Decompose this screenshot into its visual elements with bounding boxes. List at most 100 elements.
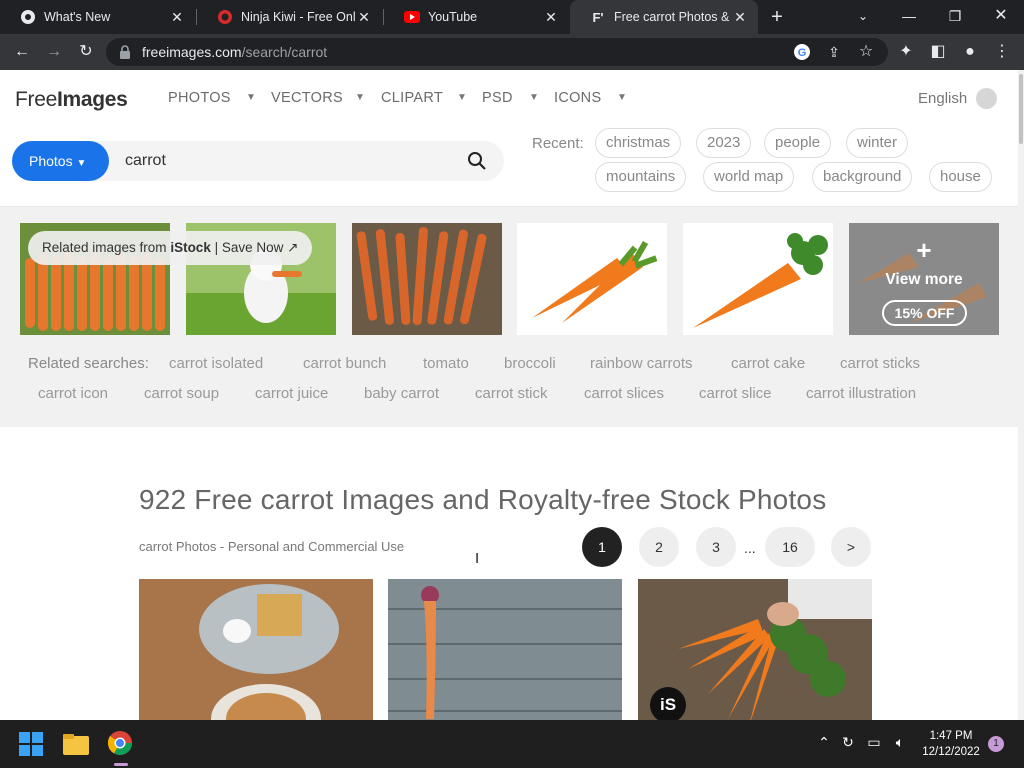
reload-icon[interactable]: ↻ xyxy=(74,40,98,64)
tray-chevron-up-icon[interactable]: ⌃ xyxy=(814,734,834,754)
recent-label: Recent: xyxy=(532,135,584,152)
result-image[interactable]: iS xyxy=(638,579,872,720)
close-tab-icon[interactable]: ✕ xyxy=(732,9,748,25)
windows-start-icon[interactable] xyxy=(18,729,48,759)
related-search-link[interactable]: rainbow carrots xyxy=(590,355,693,372)
related-search-link[interactable]: carrot soup xyxy=(144,385,219,402)
related-search-link[interactable]: broccoli xyxy=(504,355,556,372)
file-explorer-icon[interactable] xyxy=(62,729,92,759)
notification-badge[interactable]: 1 xyxy=(988,736,1004,752)
tab-title: Ninja Kiwi - Free Online xyxy=(241,10,356,24)
freeimages-logo[interactable]: FreeImages xyxy=(15,88,128,112)
tab-ninja-kiwi[interactable]: Ninja Kiwi - Free Online ✕ xyxy=(197,0,382,34)
extensions-icon[interactable]: ✦ xyxy=(894,40,918,64)
pagination-ellipsis: ... xyxy=(744,540,756,556)
recent-chip[interactable]: mountains xyxy=(595,162,687,192)
chevron-down-icon[interactable]: ▼ xyxy=(355,92,365,103)
nav-icons[interactable]: ICONS xyxy=(554,90,601,106)
nav-photos[interactable]: PHOTOS xyxy=(168,90,231,106)
system-clock[interactable]: 1:47 PM 12/12/2022 xyxy=(916,728,986,760)
istock-promo-badge[interactable]: Related images from iStock | Save Now ↗ xyxy=(28,231,313,265)
view-more-label: View more xyxy=(885,271,963,288)
chevron-down-icon[interactable]: ▼ xyxy=(617,92,627,103)
istock-thumbnail[interactable] xyxy=(352,223,502,335)
clock-time: 1:47 PM xyxy=(929,730,973,742)
menu-icon[interactable]: ⋮ xyxy=(990,40,1014,64)
lock-icon[interactable] xyxy=(118,44,134,60)
restore-button[interactable]: ❐ xyxy=(932,0,978,34)
plus-icon: + xyxy=(916,235,932,265)
view-more-card[interactable]: + View more 15% OFF xyxy=(849,223,999,335)
related-search-link[interactable]: carrot icon xyxy=(38,385,108,402)
result-image[interactable] xyxy=(139,579,373,720)
tab-whats-new[interactable]: What's New ✕ xyxy=(0,0,195,34)
update-icon[interactable]: ↻ xyxy=(838,734,858,754)
close-tab-icon[interactable]: ✕ xyxy=(356,9,372,25)
page-button[interactable]: 3 xyxy=(696,527,736,567)
chrome-taskbar-icon[interactable] xyxy=(106,729,136,766)
bookmark-star-icon[interactable]: ☆ xyxy=(854,40,878,64)
related-search-link[interactable]: carrot bunch xyxy=(303,355,386,372)
nav-vectors[interactable]: VECTORS xyxy=(271,90,343,106)
page-button[interactable]: 2 xyxy=(639,527,679,567)
recent-chip[interactable]: house xyxy=(929,162,992,192)
search-icon[interactable] xyxy=(467,151,487,171)
related-search-link[interactable]: carrot slices xyxy=(584,385,664,402)
related-search-link[interactable]: carrot juice xyxy=(255,385,328,402)
globe-icon[interactable] xyxy=(976,88,997,109)
page-button-current[interactable]: 1 xyxy=(582,527,622,567)
related-search-link[interactable]: tomato xyxy=(423,355,469,372)
chevron-down-icon[interactable]: ▼ xyxy=(246,92,256,103)
nav-clipart[interactable]: CLIPART xyxy=(381,90,443,106)
volume-icon[interactable]: 🔈︎ xyxy=(890,734,910,754)
recent-chip[interactable]: winter xyxy=(846,128,909,158)
tab-freeimages[interactable]: F' Free carrot Photos & Pi ✕ xyxy=(570,0,758,34)
related-search-link[interactable]: carrot stick xyxy=(475,385,548,402)
forward-arrow-icon[interactable]: → xyxy=(42,40,66,64)
related-images-section: Related images from iStock | Save Now ↗ … xyxy=(0,207,1018,427)
related-search-link[interactable]: carrot isolated xyxy=(169,355,263,372)
close-tab-icon[interactable]: ✕ xyxy=(169,9,185,25)
address-bar[interactable]: freeimages.com/search/carrot xyxy=(106,38,888,66)
next-page-button[interactable]: > xyxy=(831,527,871,567)
related-search-link[interactable]: carrot cake xyxy=(731,355,805,372)
url-path: /search/carrot xyxy=(241,44,328,60)
istock-prefix: Related images from xyxy=(42,240,171,255)
clock-date: 12/12/2022 xyxy=(922,746,980,758)
close-window-button[interactable]: ✕ xyxy=(978,0,1024,34)
scrollbar-thumb[interactable] xyxy=(1019,74,1023,144)
minimize-button[interactable]: — xyxy=(886,0,932,34)
related-search-link[interactable]: baby carrot xyxy=(364,385,439,402)
chevron-down-icon[interactable]: ▼ xyxy=(457,92,467,103)
istock-thumbnail[interactable] xyxy=(683,223,833,335)
side-panel-icon[interactable]: ◧ xyxy=(926,40,950,64)
related-search-link[interactable]: carrot slice xyxy=(699,385,772,402)
close-tab-icon[interactable]: ✕ xyxy=(543,9,559,25)
chevron-down-icon[interactable]: ▼ xyxy=(529,92,539,103)
related-search-link[interactable]: carrot illustration xyxy=(806,385,916,402)
page-scrollbar[interactable] xyxy=(1018,70,1024,720)
page-content: FreeImages PHOTOS ▼ VECTORS ▼ CLIPART ▼ … xyxy=(0,70,1018,720)
recent-chip[interactable]: 2023 xyxy=(696,128,752,158)
profile-icon[interactable]: ● xyxy=(958,40,982,64)
new-tab-button[interactable]: + xyxy=(766,6,788,28)
network-icon[interactable]: ▭ xyxy=(864,734,884,754)
recent-chip[interactable]: people xyxy=(764,128,832,158)
google-icon[interactable]: G xyxy=(790,40,814,64)
back-arrow-icon[interactable]: ← xyxy=(10,40,34,64)
result-image[interactable] xyxy=(388,579,622,720)
recent-chip[interactable]: world map xyxy=(703,162,795,192)
recent-chip[interactable]: christmas xyxy=(595,128,682,158)
related-search-link[interactable]: carrot sticks xyxy=(840,355,920,372)
tab-youtube[interactable]: YouTube ✕ xyxy=(384,0,569,34)
tab-search-chevron-icon[interactable]: ⌄ xyxy=(840,0,886,34)
page-button-last[interactable]: 16 xyxy=(765,527,815,567)
language-selector[interactable]: English xyxy=(918,90,967,107)
youtube-icon xyxy=(404,9,420,25)
istock-thumbnail[interactable] xyxy=(517,223,667,335)
nav-psd[interactable]: PSD xyxy=(482,90,513,106)
search-input[interactable]: carrot xyxy=(125,152,166,170)
share-icon[interactable]: ⇪ xyxy=(822,40,846,64)
search-category-dropdown[interactable]: Photos ▼ xyxy=(12,141,109,181)
recent-chip[interactable]: background xyxy=(812,162,913,192)
